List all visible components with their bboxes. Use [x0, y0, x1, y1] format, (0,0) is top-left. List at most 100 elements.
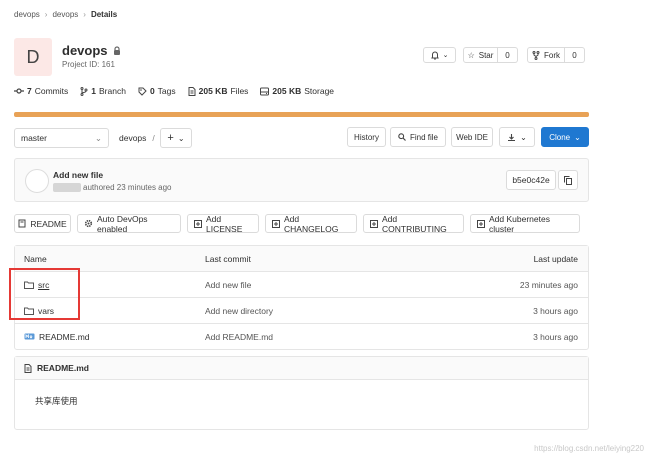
tags-count: 0 [149, 86, 155, 96]
files-size: 205 KB [198, 86, 228, 96]
fork-icon [532, 50, 540, 60]
storage-stat[interactable]: 205 KB Storage [260, 86, 334, 96]
tags-stat[interactable]: 0 Tags [138, 86, 176, 96]
branch-count: 1 [91, 86, 96, 96]
bell-icon [430, 50, 439, 60]
branch-stat[interactable]: 1 Branch [80, 86, 126, 96]
breadcrumb-group[interactable]: devops [14, 10, 40, 19]
chevron-down-icon: ⌄ [442, 52, 449, 59]
find-file-button[interactable]: Find file [390, 127, 446, 147]
last-commit-column-header: Last commit [205, 253, 251, 264]
chevron-down-icon: ⌄ [94, 132, 102, 143]
row-updated-time: 3 hours ago [533, 305, 578, 316]
file-tree-table: Name Last commit Last update src Add new… [14, 245, 589, 350]
add-kubernetes-cluster-button[interactable]: Add Kubernetes cluster [470, 213, 580, 234]
add-contributing-button[interactable]: Add CONTRIBUTING [363, 213, 464, 234]
chevron-down-icon: ⌄ [177, 133, 185, 143]
readme-filename[interactable]: README.md [37, 363, 89, 373]
row-updated-time: 23 minutes ago [519, 279, 578, 290]
storage-icon [260, 87, 270, 96]
file-name-link[interactable]: README.md [39, 332, 90, 342]
plus-square-icon [194, 219, 202, 228]
commit-title[interactable]: Add new file [53, 170, 103, 180]
table-row[interactable]: README.md Add README.md 3 hours ago [15, 323, 588, 349]
commits-label: Commits [34, 86, 69, 96]
project-id: Project ID: 161 [62, 60, 115, 69]
chevron-down-icon: ⌄ [574, 132, 581, 142]
storage-label: Storage [304, 86, 335, 96]
commit-sha-button[interactable]: b5e0c42e [506, 170, 556, 190]
chevron-right-icon: › [44, 10, 48, 19]
star-button[interactable]: ☆ Star [463, 47, 498, 63]
lock-icon [113, 46, 121, 55]
markdown-icon [24, 333, 35, 340]
watermark: https://blog.csdn.net/leiying220 [534, 444, 644, 453]
find-file-label: Find file [409, 132, 438, 142]
fork-count[interactable]: 0 [565, 47, 585, 63]
auto-devops-button[interactable]: Auto DevOps enabled [77, 213, 181, 234]
add-changelog-button[interactable]: Add CHANGELOG [265, 214, 357, 234]
plus-square-icon [370, 219, 378, 228]
project-avatar: D [14, 38, 52, 76]
branch-select[interactable]: master ⌄ [14, 128, 109, 148]
author-avatar[interactable] [25, 169, 49, 193]
star-icon: ☆ [467, 50, 475, 60]
notification-dropdown[interactable]: ⌄ [423, 47, 456, 63]
storage-size: 205 KB [272, 86, 302, 96]
add-contributing-label: Add CONTRIBUTING [382, 213, 447, 234]
clone-label: Clone [549, 132, 571, 142]
download-dropdown[interactable]: ⌄ [499, 127, 535, 147]
last-commit-panel: Add new file authored 23 minutes ago b5e… [14, 158, 589, 202]
history-button[interactable]: History [347, 127, 386, 147]
table-row[interactable]: vars Add new directory 3 hours ago [15, 297, 588, 323]
file-icon [188, 86, 196, 96]
file-icon [24, 363, 32, 373]
readme-button-label: README [30, 218, 67, 229]
copy-sha-button[interactable] [558, 170, 578, 190]
readme-header: README.md [15, 357, 588, 380]
last-update-column-header: Last update [533, 253, 578, 264]
auto-devops-label: Auto DevOps enabled [97, 213, 148, 234]
files-label: Files [230, 86, 249, 96]
download-icon [507, 133, 516, 142]
gear-icon [84, 219, 93, 228]
add-license-button[interactable]: Add LICENSE [187, 213, 259, 234]
row-commit-link[interactable]: Add new directory [205, 298, 273, 323]
table-row[interactable]: src Add new file 23 minutes ago [15, 271, 588, 297]
row-commit-link[interactable]: Add new file [205, 272, 251, 297]
breadcrumb-current[interactable]: Details [91, 10, 117, 19]
repository-path: devops / [119, 133, 155, 143]
file-name-cell: README.md [24, 324, 90, 349]
star-count[interactable]: 0 [498, 47, 518, 63]
breadcrumb: devops › devops › Details [14, 10, 117, 19]
chevron-down-icon: ⌄ [520, 132, 527, 142]
author-name-blurred[interactable] [53, 183, 81, 192]
readme-panel: README.md 共享库使用 [14, 356, 589, 430]
fork-button[interactable]: Fork [527, 47, 565, 63]
add-dropdown[interactable]: + ⌄ [160, 128, 192, 148]
tags-label: Tags [157, 86, 176, 96]
branch-select-value: master [21, 133, 47, 143]
path-root[interactable]: devops [119, 133, 146, 143]
star-label: Star [478, 50, 494, 60]
plus-square-icon [477, 219, 485, 228]
highlight-annotation-box [9, 268, 80, 320]
commit-meta: authored 23 minutes ago [53, 183, 172, 192]
add-license-label: Add LICENSE [206, 213, 243, 234]
add-kubernetes-cluster-label: Add Kubernetes cluster [489, 213, 550, 234]
fork-label: Fork [544, 50, 560, 60]
breadcrumb-project[interactable]: devops [52, 10, 78, 19]
branch-label: Branch [99, 86, 126, 96]
row-updated-time: 3 hours ago [533, 331, 578, 342]
readme-button[interactable]: README [14, 214, 71, 233]
plus-icon: + [167, 132, 174, 144]
web-ide-button[interactable]: Web IDE [451, 127, 493, 147]
project-stats: 7 Commits 1 Branch 0 Tags 205 KB Files 205 K… [14, 86, 334, 96]
plus-square-icon [272, 219, 280, 228]
book-icon [18, 219, 26, 228]
files-stat[interactable]: 205 KB Files [188, 86, 249, 96]
clone-button[interactable]: Clone ⌄ [541, 127, 589, 147]
row-commit-link[interactable]: Add README.md [205, 324, 273, 349]
branch-icon [80, 86, 88, 96]
commits-stat[interactable]: 7 Commits [14, 86, 68, 96]
